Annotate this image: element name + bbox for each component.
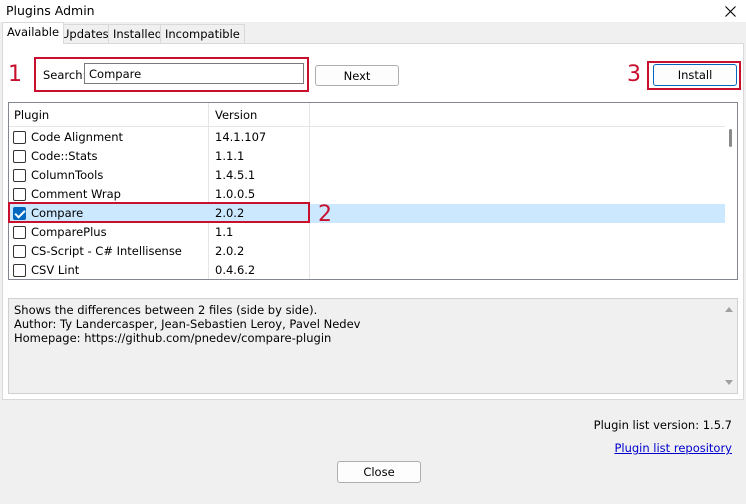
plugin-name: Compare <box>31 206 84 220</box>
plugin-version: 1.4.5.1 <box>215 168 256 182</box>
search-label: Search: <box>43 68 87 82</box>
list-header: Plugin Version <box>9 103 726 127</box>
plugin-name: Code::Stats <box>31 149 98 163</box>
plugin-version: 2.0.2 <box>215 244 245 258</box>
search-input[interactable] <box>84 63 304 84</box>
list-item[interactable]: ColumnTools 1.4.5.1 <box>9 166 726 185</box>
next-button[interactable]: Next <box>315 65 399 86</box>
checkbox[interactable] <box>13 226 26 239</box>
plugin-name: ComparePlus <box>31 225 107 239</box>
column-header-version[interactable]: Version <box>215 108 257 122</box>
column-header-plugin[interactable]: Plugin <box>14 108 49 122</box>
checkbox-checked[interactable] <box>13 207 26 220</box>
tab-incompatible[interactable]: Incompatible <box>160 24 245 43</box>
plugin-version: 1.1 <box>215 225 234 239</box>
checkbox[interactable] <box>13 264 26 277</box>
annotation-number-2: 2 <box>318 202 332 227</box>
checkbox[interactable] <box>13 245 26 258</box>
scrollbar-thumb[interactable] <box>729 129 732 147</box>
window-title: Plugins Admin <box>6 3 95 18</box>
install-button[interactable]: Install <box>653 64 737 86</box>
plugin-name: ColumnTools <box>31 168 104 182</box>
checkbox[interactable] <box>13 169 26 182</box>
checkbox[interactable] <box>13 188 26 201</box>
description-line: Author: Ty Landercasper, Jean-Sebastien … <box>14 317 361 331</box>
annotation-number-3: 3 <box>627 62 641 87</box>
close-window-button[interactable] <box>718 0 742 22</box>
list-scrollbar[interactable] <box>725 103 737 279</box>
list-item-selected[interactable]: Compare 2.0.2 <box>9 204 726 223</box>
list-item[interactable]: Code Alignment 14.1.107 <box>9 128 726 147</box>
description-scrollbar[interactable] <box>721 299 737 393</box>
plugin-list-repository-link[interactable]: Plugin list repository <box>614 441 732 455</box>
list-item[interactable]: CS-Script - C# Intellisense 2.0.2 <box>9 242 726 261</box>
plugin-version: 1.1.1 <box>215 149 245 163</box>
tab-updates[interactable]: Updates <box>56 24 114 43</box>
scroll-up-arrow-icon[interactable] <box>725 307 733 312</box>
plugin-list[interactable]: Plugin Version Code Alignment 14.1.107 C… <box>8 102 738 280</box>
plugin-name: Comment Wrap <box>31 187 121 201</box>
plugin-name: CS-Script - C# Intellisense <box>31 244 182 258</box>
plugin-version: 0.4.6.2 <box>215 263 256 277</box>
checkbox[interactable] <box>13 150 26 163</box>
plugin-version: 14.1.107 <box>215 130 267 144</box>
close-icon <box>724 5 736 17</box>
list-item[interactable]: CSV Lint 0.4.6.2 <box>9 261 726 279</box>
close-button[interactable]: Close <box>337 461 421 483</box>
plugin-version: 1.0.0.5 <box>215 187 256 201</box>
annotation-number-1: 1 <box>8 62 22 87</box>
list-item[interactable]: ComparePlus 1.1 <box>9 223 726 242</box>
scroll-down-arrow-icon[interactable] <box>725 380 733 385</box>
plugin-list-version: Plugin list version: 1.5.7 <box>593 418 732 432</box>
plugin-version: 2.0.2 <box>215 206 245 220</box>
title-bar <box>0 0 746 22</box>
description-line: Homepage: https://github.com/pnedev/comp… <box>14 331 332 345</box>
plugin-name: Code Alignment <box>31 130 124 144</box>
plugin-name: CSV Lint <box>31 263 80 277</box>
plugin-description: Shows the differences between 2 files (s… <box>8 298 738 394</box>
description-line: Shows the differences between 2 files (s… <box>14 303 318 317</box>
tab-available[interactable]: Available <box>2 22 65 44</box>
list-item[interactable]: Code::Stats 1.1.1 <box>9 147 726 166</box>
tab-installed[interactable]: Installed <box>108 24 167 43</box>
checkbox[interactable] <box>13 131 26 144</box>
list-item[interactable]: Comment Wrap 1.0.0.5 <box>9 185 726 204</box>
